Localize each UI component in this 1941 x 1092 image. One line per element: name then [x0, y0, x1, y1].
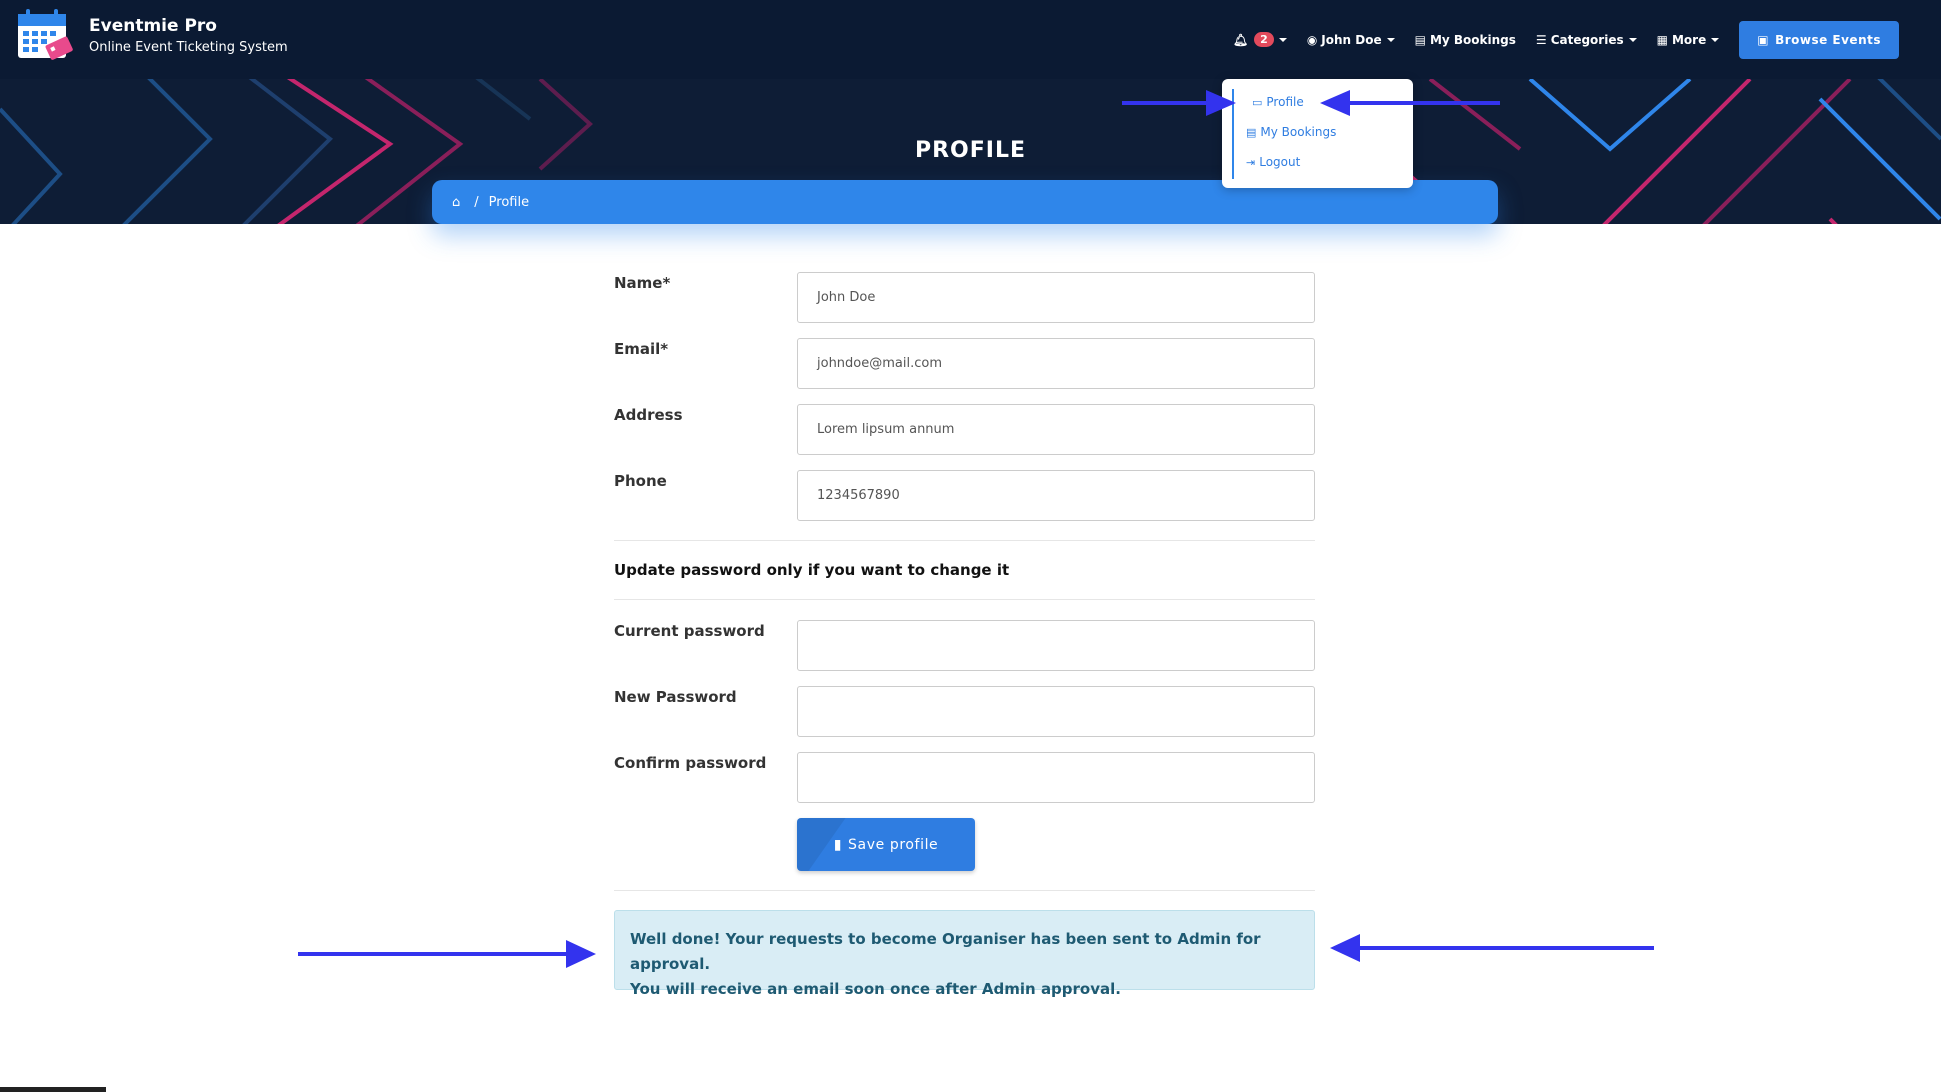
chevron-down-icon — [1386, 37, 1395, 42]
browse-events-button[interactable]: ▣ Browse Events — [1739, 20, 1899, 59]
app-tagline: Online Event Ticketing System — [89, 40, 288, 55]
ticket-icon: ▤ — [1414, 32, 1426, 47]
address-input[interactable]: Lorem lipsum annum — [797, 404, 1315, 455]
top-navbar: Eventmie Pro Online Event Ticketing Syst… — [0, 0, 1941, 79]
phone-label: Phone — [614, 472, 667, 490]
name-label: Name* — [614, 274, 671, 292]
chevron-down-icon — [1711, 37, 1720, 42]
confirm-password-label: Confirm password — [614, 754, 767, 772]
my-bookings-label: My Bookings — [1429, 32, 1516, 47]
current-password-label: Current password — [614, 622, 765, 640]
more-menu[interactable]: ▦ More — [1657, 33, 1720, 47]
email-input[interactable]: johndoe@mail.com — [797, 338, 1315, 389]
dropdown-accent-line — [1232, 89, 1234, 179]
app-name: Eventmie Pro — [89, 16, 217, 36]
brand[interactable]: Eventmie Pro Online Event Ticketing Syst… — [16, 6, 288, 68]
dropdown-item-label: Profile — [1266, 95, 1304, 109]
dropdown-item-label: Logout — [1259, 155, 1301, 169]
new-password-label: New Password — [614, 688, 737, 706]
bottom-scrollbar[interactable] — [0, 1087, 106, 1092]
my-bookings-link[interactable]: ▤ My Bookings — [1415, 33, 1516, 47]
chevron-down-icon — [1278, 37, 1287, 42]
home-icon[interactable]: ⌂ — [452, 195, 460, 210]
divider — [614, 599, 1315, 600]
user-name: John Doe — [1321, 32, 1382, 47]
alert-line-1: Well done! Your requests to become Organ… — [630, 930, 1261, 973]
save-profile-button[interactable]: ▮ Save profile — [797, 818, 975, 871]
categories-label: Categories — [1550, 32, 1624, 47]
new-password-input[interactable] — [797, 686, 1315, 737]
notifications-badge: 2 — [1254, 32, 1274, 47]
email-label: Email* — [614, 340, 669, 358]
id-card-icon: ▭ — [1252, 95, 1263, 109]
browse-events-label: Browse Events — [1775, 32, 1881, 47]
phone-input[interactable]: 1234567890 — [797, 470, 1315, 521]
user-dropdown-menu: ▭ Profile ▤ My Bookings ⇥ Logout — [1222, 79, 1413, 188]
success-alert: Well done! Your requests to become Organ… — [614, 910, 1315, 998]
breadcrumb-current: Profile — [488, 194, 530, 210]
save-profile-label: Save profile — [848, 836, 939, 853]
confirm-password-input[interactable] — [797, 752, 1315, 803]
dropdown-item-label: My Bookings — [1260, 125, 1337, 139]
alert-line-2: You will receive an email soon once afte… — [630, 980, 1121, 998]
ticket-icon: ▤ — [1246, 125, 1257, 139]
divider — [614, 890, 1315, 891]
more-label: More — [1671, 32, 1707, 47]
calendar-logo-icon — [16, 6, 78, 68]
user-circle-icon: ◉ — [1306, 32, 1318, 47]
save-icon: ▮ — [833, 836, 843, 853]
user-menu[interactable]: ◉ John Doe — [1307, 33, 1395, 47]
categories-menu[interactable]: ☰ Categories — [1536, 33, 1637, 47]
calendar-icon: ▣ — [1757, 32, 1770, 47]
address-label: Address — [614, 406, 683, 424]
bell-icon: 🔔︎ — [1232, 32, 1249, 47]
dropdown-item-my-bookings[interactable]: ▤ My Bookings — [1246, 125, 1336, 139]
password-section-heading: Update password only if you want to chan… — [614, 561, 1010, 579]
breadcrumb-separator: / — [474, 194, 479, 210]
page-title: PROFILE — [914, 138, 1027, 163]
dropdown-item-profile[interactable]: ▭ Profile — [1252, 95, 1304, 109]
dropdown-item-logout[interactable]: ⇥ Logout — [1246, 155, 1300, 169]
divider — [614, 540, 1315, 541]
grid-icon: ▦ — [1656, 32, 1668, 47]
name-input[interactable]: John Doe — [797, 272, 1315, 323]
logout-icon: ⇥ — [1246, 155, 1256, 169]
current-password-input[interactable] — [797, 620, 1315, 671]
list-icon: ☰ — [1535, 32, 1547, 47]
notifications-menu[interactable]: 🔔︎ 2 — [1233, 32, 1287, 47]
chevron-down-icon — [1628, 37, 1637, 42]
